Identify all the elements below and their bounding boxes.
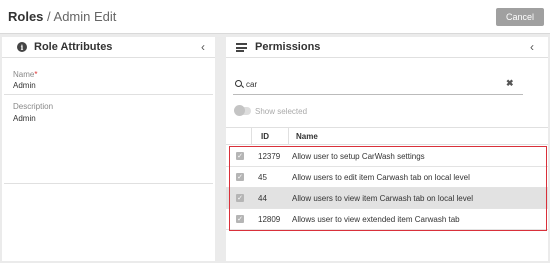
collapse-left-icon[interactable]: ‹ [201,40,205,54]
name-field-divider [4,94,213,95]
permissions-header: Permissions ‹ [226,37,548,58]
column-separator [251,128,252,144]
search-underline [233,94,523,95]
permissions-table-header: ID Name [226,127,548,145]
toggle-knob [234,105,245,116]
clear-search-icon[interactable]: ✖ [506,78,514,89]
table-row[interactable]: ✓ 45 Allow users to edit item Carwash ta… [226,167,548,188]
role-attributes-title: Role Attributes [34,41,113,53]
info-icon: i [17,42,27,52]
top-bar: Roles / Admin Edit Cancel [0,0,550,34]
cancel-button[interactable]: Cancel [496,8,544,26]
title-main: Roles [8,9,44,24]
table-row[interactable]: ✓ 12379 Allow user to setup CarWash sett… [226,146,548,167]
search-icon [235,80,242,87]
row-checkbox[interactable]: ✓ [236,215,244,223]
name-field[interactable]: Admin [13,81,36,90]
table-row-selected[interactable]: ✓ 44 Allow users to view item Carwash ta… [226,188,548,209]
list-icon [236,43,247,52]
row-id: 44 [258,194,267,203]
role-attributes-header: i Role Attributes ‹ [2,37,215,58]
page-title: Roles / Admin Edit [8,9,116,24]
column-header-id[interactable]: ID [261,132,269,141]
row-name: Allow users to edit item Carwash tab on … [292,173,470,182]
role-attributes-panel: i Role Attributes ‹ Name* Admin Descript… [2,37,215,261]
row-id: 45 [258,173,267,182]
required-marker: * [34,70,38,79]
row-name: Allow users to view item Carwash tab on … [292,194,473,203]
row-id: 12379 [258,152,281,161]
row-checkbox[interactable]: ✓ [236,173,244,181]
show-selected-toggle[interactable] [234,105,251,116]
name-field-label: Name* [13,70,37,79]
collapse-right-icon[interactable]: ‹ [530,40,534,54]
description-field-divider [4,183,213,184]
search-input[interactable] [246,78,506,90]
title-sub: Admin Edit [53,9,117,24]
title-separator: / [43,9,54,24]
row-name: Allows user to view extended item Carwas… [292,215,460,224]
permissions-title: Permissions [255,41,321,53]
row-name: Allow user to setup CarWash settings [292,152,425,161]
row-id: 12809 [258,215,281,224]
column-header-name[interactable]: Name [296,132,318,141]
permissions-panel: Permissions ‹ ✖ Show selected ID Name ✓ … [226,37,548,261]
row-checkbox[interactable]: ✓ [236,152,244,160]
show-selected-label: Show selected [255,107,308,116]
description-field-label: Description [13,102,54,111]
row-checkbox[interactable]: ✓ [236,194,244,202]
name-label-text: Name [13,70,35,79]
column-separator [288,128,289,144]
table-row[interactable]: ✓ 12809 Allows user to view extended ite… [226,209,548,230]
description-field[interactable]: Admin [13,114,36,123]
